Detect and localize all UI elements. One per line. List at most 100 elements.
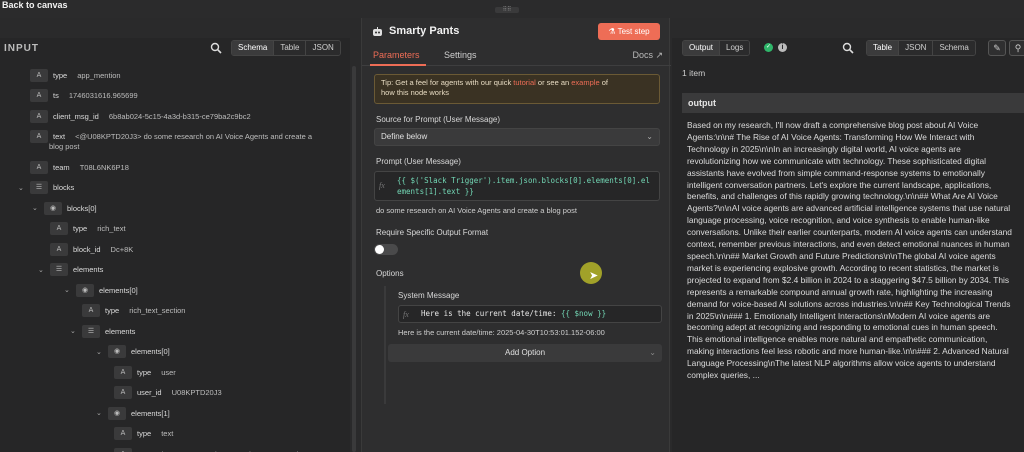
input-view-switch: Schema Table JSON — [231, 40, 341, 56]
schema-tree-row[interactable]: ⌄ ◉ elements[0] — [96, 345, 180, 359]
info-icon[interactable]: i — [778, 43, 787, 52]
add-option-label: Add Option — [504, 348, 546, 357]
field-key: user_id — [137, 388, 162, 397]
fx-icon: fx — [379, 181, 385, 190]
type-badge: ☰ — [82, 324, 100, 338]
chevron-down-icon[interactable]: ⌄ — [70, 327, 80, 335]
chevron-down-icon: ⌄ — [649, 348, 656, 357]
input-panel-header: INPUT Schema Table JSON — [0, 38, 350, 58]
schema-tree-row[interactable]: Atype rich_text_section — [82, 304, 185, 318]
example-link[interactable]: example — [571, 78, 599, 87]
input-scrollbar[interactable] — [352, 66, 356, 452]
back-to-canvas-link[interactable]: Back to canvas — [2, 0, 68, 10]
source-label: Source for Prompt (User Message) — [376, 115, 501, 124]
output-tabs: Output Logs — [682, 40, 751, 56]
prompt-expr-line2: ements[1].text }} — [397, 187, 474, 196]
tab-schema[interactable]: Schema — [933, 41, 975, 55]
chevron-down-icon[interactable]: ⌄ — [96, 409, 106, 417]
tab-settings[interactable]: Settings — [444, 50, 477, 60]
schema-tree-row[interactable]: ⌄ ◉ elements[1] — [96, 406, 180, 420]
schema-tree-row[interactable]: ⌄ ☰ elements — [38, 263, 113, 277]
type-badge: A — [114, 386, 132, 399]
pin-icon[interactable]: ⚲ — [1009, 40, 1024, 56]
prompt-expression-field[interactable]: fx {{ $('Slack Trigger').item.json.block… — [374, 171, 660, 201]
require-format-label: Require Specific Output Format — [376, 228, 489, 237]
schema-tree-row[interactable]: Ablock_id Dc+8K — [50, 242, 133, 256]
field-key: elements — [73, 265, 104, 274]
schema-tree-row[interactable]: ⌄ ☰ blocks — [18, 181, 84, 195]
system-message-preview: Here is the current date/time: 2025-04-3… — [398, 328, 605, 337]
tab-output[interactable]: Output — [683, 41, 721, 55]
chevron-down-icon: ⌄ — [646, 132, 653, 141]
system-message-field[interactable]: fx Here is the current date/time: {{ $no… — [398, 305, 662, 323]
schema-tree-row[interactable]: Ateam T08L6NK6P18 — [30, 160, 129, 174]
field-value: app_mention — [77, 70, 121, 80]
schema-tree-row[interactable]: Aclient_msg_id 6b8ab024-5c15-4a3d-b315-ce… — [30, 109, 251, 123]
input-title: INPUT — [4, 43, 39, 54]
field-key: type — [137, 429, 152, 438]
field-value: U08KPTD20J3 — [171, 388, 222, 397]
active-tab-underline — [370, 64, 426, 66]
test-step-button[interactable]: ⚗ Test step — [598, 23, 660, 40]
docs-link[interactable]: Docs ↗ — [632, 50, 663, 61]
schema-tree-row[interactable]: ⌄ ◉ blocks[0] — [32, 201, 107, 215]
schema-tree-row[interactable]: ⌄ ◉ elements[0] — [64, 283, 148, 297]
system-expr-text: Here is the current date/time: — [421, 309, 561, 318]
type-badge: A — [30, 109, 48, 123]
node-title: Smarty Pants — [389, 25, 460, 37]
field-value: text — [161, 429, 174, 438]
chevron-down-icon[interactable]: ⌄ — [96, 348, 106, 356]
drag-handle[interactable]: ⠿⠿ — [495, 7, 519, 13]
field-key: elements[0] — [131, 347, 170, 356]
prompt-expr-line1: {{ $('Slack Trigger').item.json.blocks[0… — [397, 176, 650, 185]
schema-tree-row[interactable]: Atype text — [114, 427, 173, 441]
top-bar: Back to canvas ⠿⠿ — [0, 0, 1024, 18]
chevron-down-icon[interactable]: ⌄ — [32, 204, 42, 212]
node-tabs: Parameters Settings Docs ↗ — [362, 48, 671, 66]
type-badge: A — [50, 242, 68, 256]
output-cell: Based on my research, I'll now draft a c… — [687, 120, 1015, 381]
field-value: user — [161, 367, 176, 377]
field-key: client_msg_id — [53, 111, 99, 121]
tab-parameters[interactable]: Parameters — [373, 50, 420, 60]
tab-schema[interactable]: Schema — [232, 41, 275, 55]
input-panel: INPUT Schema Table JSON Atype app_mention… — [0, 38, 350, 452]
schema-tree-row[interactable]: Atype app_mention — [30, 68, 121, 82]
field-key: ts — [53, 91, 59, 100]
tip-text-post: of — [599, 78, 608, 87]
tab-json[interactable]: JSON — [899, 41, 934, 55]
schema-tree-row[interactable]: Auser_id U08KPTD20J3 — [114, 386, 222, 400]
robot-icon — [373, 27, 382, 36]
tab-table[interactable]: Table — [274, 41, 307, 55]
source-select[interactable]: Define below ⌄ — [374, 128, 660, 146]
search-icon[interactable] — [842, 42, 854, 54]
chevron-down-icon[interactable]: ⌄ — [64, 286, 74, 294]
type-badge: A — [82, 304, 100, 317]
type-badge: ◉ — [44, 201, 62, 215]
schema-tree-row[interactable]: Atextdo some research on AI Voice Agents… — [114, 447, 298, 452]
field-value: rich_text — [97, 224, 126, 233]
test-step-label: Test step — [617, 27, 650, 36]
prompt-label: Prompt (User Message) — [376, 157, 461, 166]
type-badge: A — [30, 130, 48, 143]
add-option-button[interactable]: Add Option ⌄ — [388, 344, 662, 362]
tutorial-link[interactable]: tutorial — [513, 78, 536, 87]
edit-pencil-icon[interactable]: ✎ — [988, 40, 1006, 56]
schema-tree-row[interactable]: Atype user — [114, 365, 176, 379]
field-value: <@U08KPTD20J3> do some research on AI Vo… — [75, 132, 313, 141]
field-key: team — [53, 162, 70, 172]
chevron-down-icon[interactable]: ⌄ — [38, 266, 48, 274]
tip-callout: Tip: Get a feel for agents with our quic… — [374, 74, 660, 104]
tab-logs[interactable]: Logs — [720, 41, 750, 55]
require-format-toggle[interactable] — [374, 244, 398, 255]
field-key: type — [53, 70, 68, 80]
chevron-down-icon[interactable]: ⌄ — [18, 184, 28, 192]
schema-tree-row[interactable]: ⌄ ☰ elements — [70, 324, 145, 338]
field-value: 1746031616.965699 — [68, 91, 138, 100]
schema-tree-row[interactable]: Atype rich_text — [50, 222, 126, 236]
tab-table[interactable]: Table — [867, 41, 900, 55]
schema-tree-row[interactable]: Ats 1746031616.965699 — [30, 89, 138, 103]
tab-json[interactable]: JSON — [306, 41, 340, 55]
system-message-label: System Message — [398, 291, 460, 300]
search-icon[interactable] — [210, 42, 222, 54]
